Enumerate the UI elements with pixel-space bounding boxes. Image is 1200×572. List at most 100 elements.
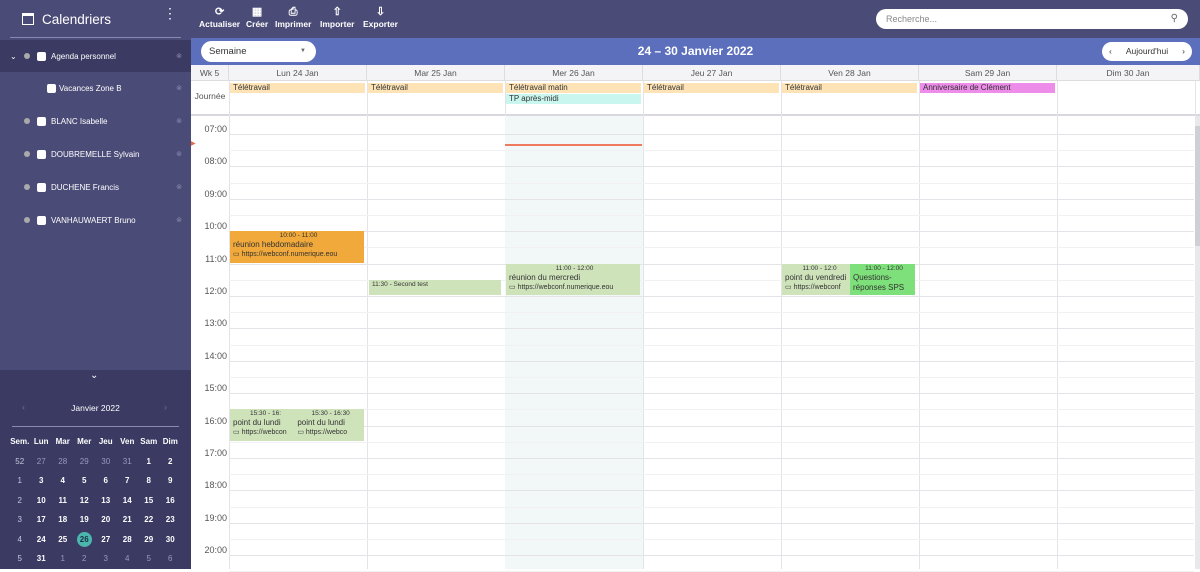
calendar-checkbox[interactable] [37,116,46,126]
scrollbar-thumb[interactable] [1195,126,1200,246]
mini-day-cell[interactable]: 31 [31,554,53,563]
mini-day-cell[interactable]: 2 [74,554,96,563]
mini-day-cell[interactable]: 5 [74,476,96,485]
more-options-icon[interactable]: ⋮ [163,6,177,20]
mini-day-cell[interactable]: 21 [117,515,139,524]
mini-day-cell[interactable]: 27 [31,457,53,466]
mini-day-cell[interactable]: 23 [160,515,182,524]
mini-day-cell[interactable]: 5 [138,554,160,563]
mini-day-cell[interactable]: 4 [117,554,139,563]
mini-day-cell[interactable]: 12 [74,496,96,505]
mini-day-cell[interactable]: 13 [95,496,117,505]
calendar-item[interactable]: Vacances Zone B ⊗ [0,72,191,104]
day-header[interactable]: Dim 30 Jan [1057,65,1200,81]
mini-day-cell[interactable]: 7 [117,476,139,485]
calendar-settings-icon[interactable]: ⊗ [176,183,182,191]
mini-day-cell[interactable]: 18 [52,515,74,524]
calendar-settings-icon[interactable]: ⊗ [176,84,182,92]
mini-day-cell[interactable]: 15 [138,496,160,505]
import-button[interactable]: ⇧ Importer [320,5,354,29]
calendar-event[interactable]: 15:30 - 16:30 point du lundi ▭ https://web… [294,409,364,441]
calendar-event[interactable]: 11:00 - 12:00 Questions-réponses SPS [850,263,915,295]
day-header[interactable]: Ven 28 Jan [781,65,919,81]
allday-event[interactable]: Télétravail [644,83,779,93]
next-week-button[interactable]: › [1182,42,1185,61]
event-link[interactable]: ▭ https://webconf [785,283,854,293]
mini-day-cell[interactable]: 20 [95,515,117,524]
event-link[interactable]: ▭ https://webconf.numerique.eou [233,250,364,260]
calendar-item[interactable]: ⌄ Agenda personnel ⊗ [0,40,191,72]
mini-day-cell[interactable]: 2 [160,457,182,466]
mini-day-cell[interactable]: 28 [52,457,74,466]
mini-day-cell[interactable]: 6 [95,476,117,485]
calendar-settings-icon[interactable]: ⊗ [176,52,182,60]
mini-day-cell[interactable]: 10 [31,496,53,505]
calendar-item[interactable]: DUCHENE Francis ⊗ [0,171,191,203]
calendar-event[interactable]: 10:00 - 11:00 réunion hebdomadaire ▭ https… [230,231,364,263]
search-input[interactable]: Recherche... ⚲ [876,9,1188,29]
mini-day-cell[interactable]: 4 [52,476,74,485]
refresh-button[interactable]: ⟳ Actualiser [199,5,240,29]
allday-event[interactable]: Télétravail [368,83,503,93]
mini-day-cell[interactable]: 1 [52,554,74,563]
mini-day-cell[interactable]: 9 [160,476,182,485]
mini-day-cell[interactable]: 3 [95,554,117,563]
chevron-down-icon[interactable]: ⌄ [90,370,98,381]
calendar-item[interactable]: BLANC Isabelle ⊗ [0,105,191,137]
allday-event[interactable]: Télétravail [782,83,917,93]
calendar-event[interactable]: 11:00 - 12:00 réunion du mercredi ▭ https:… [506,263,640,295]
mini-day-cell[interactable]: 17 [31,515,53,524]
calendar-event[interactable]: 11:00 - 12:0 point du vendredi ▭ https://w… [782,263,854,295]
event-link[interactable]: ▭ https://webcon [233,428,298,438]
calendar-event[interactable]: 11:30 - Second test [369,279,501,295]
mini-day-cell[interactable]: 24 [31,535,53,544]
mini-day-cell[interactable]: 28 [117,535,139,544]
mini-day-cell[interactable]: 22 [138,515,160,524]
calendar-settings-icon[interactable]: ⊗ [176,150,182,158]
create-button[interactable]: ▦ Créer [246,5,268,29]
scrollbar[interactable] [1195,116,1200,569]
day-header[interactable]: Lun 24 Jan [229,65,367,81]
mini-day-cell[interactable]: 8 [138,476,160,485]
event-link[interactable]: ▭ https://webco [297,428,364,438]
prev-week-button[interactable]: ‹ [1109,42,1112,61]
mini-day-cell[interactable]: 30 [160,535,182,544]
mini-next-button[interactable]: › [164,402,167,412]
day-header[interactable]: Mar 25 Jan [367,65,505,81]
today-button[interactable]: Aujourd'hui [1126,46,1168,56]
mini-day-cell[interactable]: 11 [52,496,74,505]
print-button[interactable]: ⎙ Imprimer [275,5,311,29]
calendar-checkbox[interactable] [47,83,56,93]
mini-day-cell[interactable]: 27 [95,535,117,544]
allday-event[interactable]: TP après-midi [506,94,641,104]
day-header[interactable]: Jeu 27 Jan [643,65,781,81]
calendar-settings-icon[interactable]: ⊗ [176,117,182,125]
calendar-settings-icon[interactable]: ⊗ [176,216,182,224]
allday-event[interactable]: Anniversaire de Clément [920,83,1055,93]
allday-event[interactable]: Télétravail matin [506,83,641,93]
mini-day-cell[interactable]: 16 [160,496,182,505]
view-select[interactable]: Semaine ▼ [201,41,316,62]
mini-day-cell[interactable]: 6 [160,554,182,563]
calendar-checkbox[interactable] [37,149,46,159]
mini-day-cell[interactable]: 25 [52,535,74,544]
calendar-event[interactable]: 15:30 - 16: point du lundi ▭ https://webco… [230,409,298,441]
day-header[interactable]: Mer 26 Jan [505,65,643,81]
event-link[interactable]: ▭ https://webconf.numerique.eou [509,283,640,293]
mini-day-cell[interactable]: 1 [138,457,160,466]
mini-day-cell[interactable]: 19 [74,515,96,524]
calendar-checkbox[interactable] [37,182,46,192]
allday-event[interactable]: Télétravail [230,83,365,93]
calendar-checkbox[interactable] [37,51,46,61]
mini-day-cell[interactable]: 14 [117,496,139,505]
mini-day-cell[interactable]: 3 [31,476,53,485]
chevron-down-icon[interactable]: ⌄ [10,52,17,61]
mini-day-cell[interactable]: 31 [117,457,139,466]
mini-day-cell[interactable]: 30 [95,457,117,466]
mini-day-cell[interactable]: 26 [76,531,92,547]
export-button[interactable]: ⇩ Exporter [363,5,398,29]
calendar-item[interactable]: DOUBREMELLE Sylvain ⊗ [0,138,191,170]
search-icon[interactable]: ⚲ [1171,9,1178,29]
mini-day-cell[interactable]: 29 [138,535,160,544]
day-header[interactable]: Sam 29 Jan [919,65,1057,81]
